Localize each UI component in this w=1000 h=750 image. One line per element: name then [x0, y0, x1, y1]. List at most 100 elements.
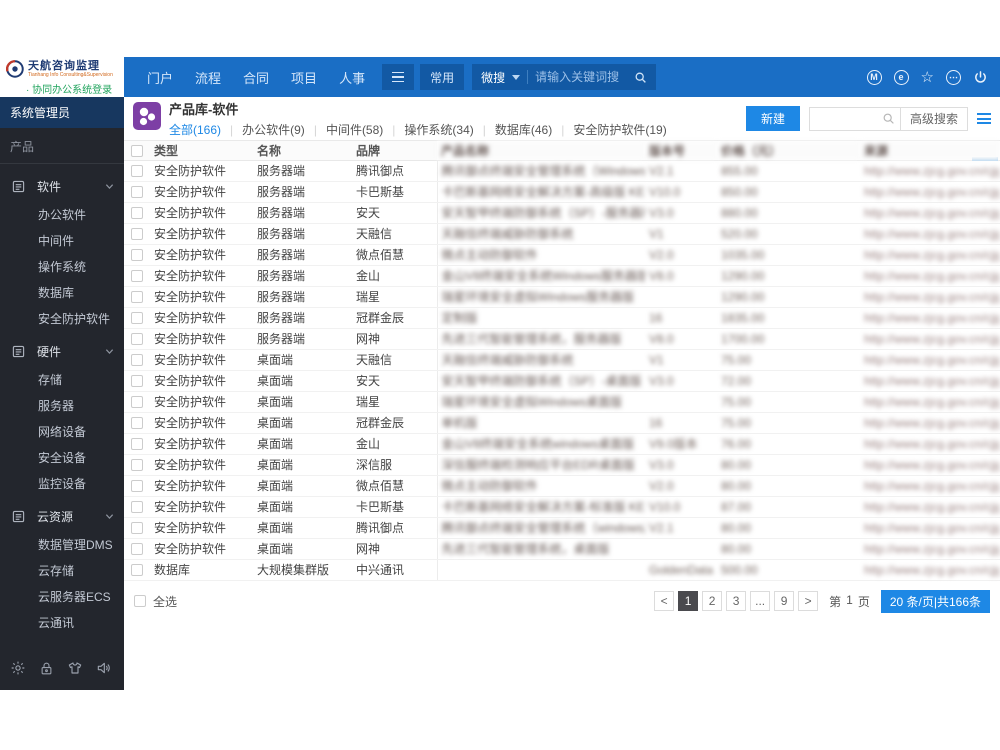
sidebar-item[interactable]: 服务器 — [0, 392, 124, 418]
row-checkbox[interactable] — [131, 291, 143, 304]
sidebar-item[interactable]: 安全防护软件 — [0, 305, 124, 331]
sidebar-item[interactable]: 网络设备 — [0, 418, 124, 444]
nav-item[interactable]: 人事 — [339, 68, 365, 87]
category-tab[interactable]: 中间件(58) — [326, 121, 404, 138]
more-circle-icon[interactable]: ⋯ — [946, 69, 961, 85]
power-icon[interactable] — [973, 70, 988, 85]
sidebar-item[interactable]: 存储 — [0, 366, 124, 392]
row-checkbox[interactable] — [131, 438, 143, 451]
table-row[interactable]: 安全防护软件 桌面端 瑞星 瑞星环境安全虚拟Windows桌面版 75.00 h… — [124, 391, 1000, 413]
search-icon[interactable] — [882, 112, 895, 125]
row-checkbox[interactable] — [131, 522, 143, 535]
row-checkbox[interactable] — [131, 480, 143, 493]
table-row[interactable]: 安全防护软件 服务器端 天融信 天融信终端威胁防御系统 V1 520.00 ht… — [124, 223, 1000, 245]
page-button[interactable]: 2 — [702, 591, 723, 611]
logo[interactable]: 天航咨询监理 Tianhang Info Consulting&Supervis… — [0, 57, 124, 97]
row-checkbox[interactable] — [131, 417, 143, 430]
table-row[interactable]: 安全防护软件 桌面端 微点佰慧 微点主动防御软件 V2.0 80.00 http… — [124, 475, 1000, 497]
row-checkbox[interactable] — [131, 396, 143, 409]
table-row[interactable]: 安全防护软件 服务器端 冠群金辰 定制版 16 1835.00 http://w… — [124, 307, 1000, 329]
new-button[interactable]: 新建 — [745, 106, 800, 131]
table-row[interactable]: 安全防护软件 桌面端 深信服 深信服终端检测响应平台EDR桌面版 V3.0 80… — [124, 454, 1000, 476]
advanced-search-button[interactable]: 高级搜索 — [899, 107, 967, 130]
chevron-down-icon[interactable] — [512, 74, 521, 80]
table-row[interactable]: 安全防护软件 服务器端 微点佰慧 微点主动防御软件 V2.0 1035.00 h… — [124, 244, 1000, 266]
row-checkbox[interactable] — [131, 459, 143, 472]
apps-menu-button[interactable] — [382, 64, 415, 90]
row-checkbox[interactable] — [131, 312, 143, 325]
sidebar-item[interactable]: 硬件 — [0, 336, 124, 366]
current-page-number[interactable]: 1 — [846, 593, 853, 610]
table-row[interactable]: 安全防护软件 桌面端 网神 先进三代智能管理系统，桌面版 80.00 http:… — [124, 538, 1000, 560]
page-button[interactable]: 9 — [774, 591, 795, 611]
column-header[interactable]: 产品名称 — [437, 141, 645, 161]
row-checkbox[interactable] — [131, 564, 143, 577]
sidebar-item[interactable]: 办公软件 — [0, 201, 124, 227]
star-icon[interactable]: ☆ — [921, 70, 934, 85]
sidebar-item[interactable]: 监控设备 — [0, 470, 124, 496]
column-header[interactable]: 来源 — [860, 141, 1000, 161]
select-all-control[interactable]: 全选 — [134, 593, 177, 610]
row-checkbox[interactable] — [131, 186, 143, 199]
search-scope-label[interactable]: 微搜 — [481, 69, 505, 86]
m-circle-icon[interactable]: M — [866, 69, 882, 85]
search-input[interactable] — [535, 70, 628, 84]
sidebar-item[interactable]: 安全设备 — [0, 444, 124, 470]
sidebar-item[interactable]: 云通讯 — [0, 609, 124, 635]
row-checkbox[interactable] — [131, 375, 143, 388]
list-view-icon[interactable] — [977, 113, 991, 124]
table-row[interactable]: 安全防护软件 桌面端 腾讯御点 腾讯御点终端安全管理系统（windows版）- … — [124, 517, 1000, 539]
sidebar-item[interactable]: 软件 — [0, 171, 124, 201]
page-size-info[interactable]: 20 条/页|共166条 — [880, 589, 990, 613]
column-header[interactable]: 品牌 — [352, 141, 437, 161]
table-row[interactable]: 安全防护软件 服务器端 网神 先进三代智能管理系统，服务器版 V8.0 1700… — [124, 328, 1000, 350]
table-row[interactable]: 安全防护软件 服务器端 瑞星 瑞星环境安全虚拟Windows服务器版 1290.… — [124, 286, 1000, 308]
column-header[interactable]: 版本号 — [645, 141, 717, 161]
row-checkbox[interactable] — [131, 249, 143, 262]
table-row[interactable]: 安全防护软件 桌面端 金山 金山V8终端安全系统windows桌面版 V9.0版… — [124, 433, 1000, 455]
table-row[interactable]: 安全防护软件 桌面端 冠群金辰 单机版 16 75.00 http://www.… — [124, 412, 1000, 434]
column-header[interactable]: 价格（元） — [717, 141, 860, 161]
nav-item[interactable]: 合同 — [243, 68, 269, 87]
category-tab[interactable]: 全部(166) — [169, 121, 242, 138]
column-header[interactable]: 名称 — [253, 141, 352, 161]
row-checkbox[interactable] — [131, 165, 143, 178]
nav-item[interactable]: 门户 — [147, 68, 173, 87]
sidebar-item[interactable]: 中间件 — [0, 227, 124, 253]
table-search-input[interactable] — [809, 111, 882, 126]
table-row[interactable]: 安全防护软件 服务器端 金山 金山V8终端安全系统Windows服务器版 V8.… — [124, 265, 1000, 287]
category-tab[interactable]: 安全防护软件(19) — [573, 121, 666, 138]
theme-shirt-icon[interactable] — [67, 660, 83, 676]
row-checkbox[interactable] — [131, 354, 143, 367]
sidebar-item[interactable]: 数据库 — [0, 279, 124, 305]
select-all-checkbox[interactable] — [131, 145, 143, 158]
sidebar-item[interactable]: 云资源 — [0, 501, 124, 531]
nav-item[interactable]: 项目 — [291, 68, 317, 87]
row-checkbox[interactable] — [131, 501, 143, 514]
sidebar-item[interactable]: 云存储 — [0, 557, 124, 583]
nav-item[interactable]: 流程 — [195, 68, 221, 87]
category-tab[interactable]: 操作系统(34) — [404, 121, 494, 138]
category-tab[interactable]: 办公软件(9) — [242, 121, 326, 138]
table-row[interactable]: 数据库 大规模集群版 中兴通讯 GoldenData s... 500.00 h… — [124, 559, 1000, 581]
gear-icon[interactable] — [10, 660, 26, 676]
sidebar-item[interactable]: 云服务器ECS — [0, 583, 124, 609]
row-checkbox[interactable] — [131, 270, 143, 283]
sidebar-item[interactable]: 操作系统 — [0, 253, 124, 279]
select-all-checkbox[interactable] — [134, 595, 146, 607]
page-button[interactable]: 3 — [726, 591, 747, 611]
row-checkbox[interactable] — [131, 228, 143, 241]
row-checkbox[interactable] — [131, 543, 143, 556]
table-row[interactable]: 安全防护软件 桌面端 安天 安天智甲终端防御系统（SP）-桌面版 V3.0 72… — [124, 370, 1000, 392]
category-tab[interactable]: 数据库(46) — [495, 121, 573, 138]
lock-icon[interactable] — [39, 661, 54, 676]
page-button[interactable]: ... — [750, 591, 771, 611]
page-button[interactable]: > — [798, 591, 819, 611]
table-row[interactable]: 安全防护软件 服务器端 安天 安天智甲终端防御系统（SP）-服务器版 V3.0 … — [124, 202, 1000, 224]
sidebar-item[interactable]: 数据管理DMS — [0, 531, 124, 557]
page-button[interactable]: < — [654, 591, 675, 611]
column-header[interactable]: 类型 — [150, 141, 253, 161]
page-button[interactable]: 1 — [678, 591, 699, 611]
table-row[interactable]: 安全防护软件 桌面端 天融信 天融信终端威胁防御系统 V1 75.00 http… — [124, 349, 1000, 371]
row-checkbox[interactable] — [131, 207, 143, 220]
